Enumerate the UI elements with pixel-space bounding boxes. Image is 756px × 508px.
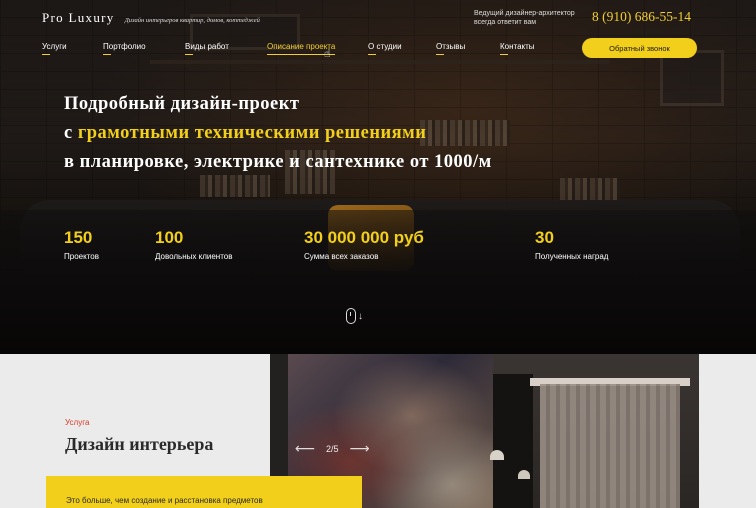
slide-counter: 2/5 (326, 443, 339, 454)
pointer-cursor-icon: ☝ (324, 48, 331, 60)
stat-value: 150 (64, 228, 93, 247)
stat-label: Проектов (64, 252, 99, 261)
pendant-lamp (490, 450, 504, 460)
logo-name[interactable]: Pro Luxury (42, 10, 115, 26)
hero-headline: Подробный дизайн-проект с грамотными тех… (64, 90, 492, 177)
nav-item-services[interactable]: Услуги (42, 42, 67, 55)
arrow-left-icon[interactable]: ⟵ (292, 440, 318, 457)
header-phone[interactable]: 8 (910) 686-55-14 (592, 9, 691, 25)
nav-item-about[interactable]: О студии (368, 42, 402, 55)
headline-line-2: с грамотными техническими решениями (64, 119, 492, 148)
nav-item-reviews[interactable]: Отзывы (436, 42, 465, 55)
stat-projects: 150 Проектов (64, 228, 99, 261)
logo-tagline: Дизайн интерьеров квартир, домов, коттед… (124, 17, 260, 24)
service-description: Это больше, чем создание и расстановка п… (66, 496, 263, 505)
header-note-line: Ведущий дизайнер-архитектор (474, 10, 575, 17)
stat-value: 30 (535, 228, 554, 247)
stat-value: 100 (155, 228, 184, 247)
callback-button[interactable]: Обратный звонок (582, 38, 697, 58)
stat-awards: 30 Полученных наград (535, 228, 608, 261)
header-designer-note: Ведущий дизайнер-архитектор всегда ответ… (474, 9, 575, 27)
stat-orders-sum: 30 000 000 руб Сумма всех заказов (304, 228, 424, 261)
nav-item-contacts[interactable]: Контакты (500, 42, 535, 55)
header-note-line: всегда ответит вам (474, 19, 537, 26)
headline-line-3: в планировке, электрике и сантехнике от … (64, 152, 492, 172)
stat-label: Полученных наград (535, 252, 609, 261)
dark-shelf (493, 374, 533, 508)
nav-item-work-types[interactable]: Виды работ (185, 42, 229, 55)
slider-nav: ⟵ 2/5 ⟶ (292, 440, 373, 457)
headline-prefix: с (64, 123, 73, 143)
arrow-down-icon: ↓ (358, 310, 363, 322)
arrow-right-icon[interactable]: ⟶ (347, 440, 373, 457)
pendant-lamp (518, 470, 530, 479)
logo[interactable]: Pro Luxury Дизайн интерьеров квартир, до… (42, 10, 260, 26)
stat-clients: 100 Довольных клиентов (155, 228, 232, 261)
scroll-down-button[interactable]: ↓ (346, 308, 363, 324)
service-title: Дизайн интерьера (65, 434, 214, 454)
stat-label: Сумма всех заказов (304, 252, 379, 261)
stat-value: 30 000 000 руб (304, 228, 424, 247)
nav-item-portfolio[interactable]: Портфолио (103, 42, 146, 55)
headline-line-1: Подробный дизайн-проект (64, 94, 300, 114)
headline-highlight: грамотными техническими решениями (77, 123, 427, 143)
window-curtains (540, 384, 680, 508)
mouse-scroll-icon (346, 308, 356, 324)
service-kicker: Услуга (65, 418, 90, 427)
stat-label: Довольных клиентов (155, 252, 233, 261)
